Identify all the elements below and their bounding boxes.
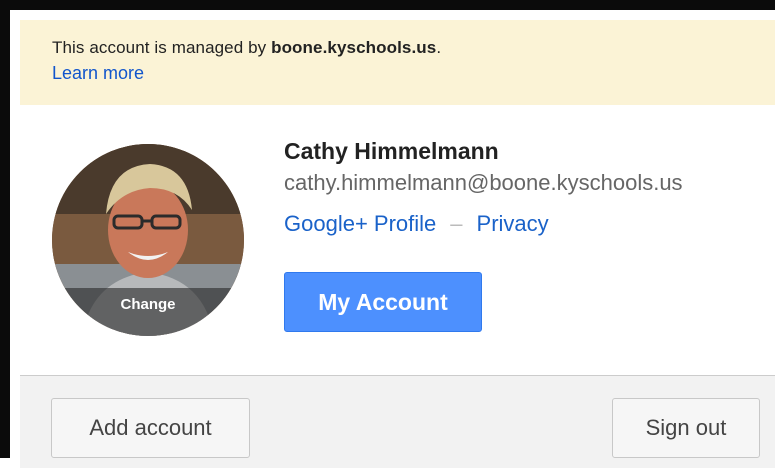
account-footer: Add account Sign out bbox=[20, 375, 775, 468]
managed-notice-suffix: . bbox=[436, 38, 442, 57]
managed-notice-text: This account is managed by boone.kyschoo… bbox=[52, 38, 441, 58]
link-separator: – bbox=[450, 211, 463, 236]
managed-notice-prefix: This account is managed by bbox=[52, 38, 272, 57]
profile-links: Google+ Profile – Privacy bbox=[284, 211, 549, 237]
my-account-button[interactable]: My Account bbox=[284, 272, 482, 332]
add-account-button[interactable]: Add account bbox=[51, 398, 250, 458]
google-plus-profile-link[interactable]: Google+ Profile bbox=[284, 211, 436, 236]
managed-account-notice: This account is managed by boone.kyschoo… bbox=[20, 20, 775, 105]
managed-domain: boone.kyschools.us bbox=[271, 38, 437, 57]
change-photo-button[interactable]: Change bbox=[52, 288, 244, 336]
user-email: cathy.himmelmann@boone.kyschools.us bbox=[284, 170, 683, 195]
account-popup: This account is managed by boone.kyschoo… bbox=[0, 0, 775, 468]
user-name: Cathy Himmelmann bbox=[284, 138, 499, 164]
privacy-link[interactable]: Privacy bbox=[477, 211, 549, 236]
avatar[interactable]: Change bbox=[52, 144, 244, 336]
sign-out-button[interactable]: Sign out bbox=[612, 398, 760, 458]
learn-more-link[interactable]: Learn more bbox=[52, 63, 144, 84]
